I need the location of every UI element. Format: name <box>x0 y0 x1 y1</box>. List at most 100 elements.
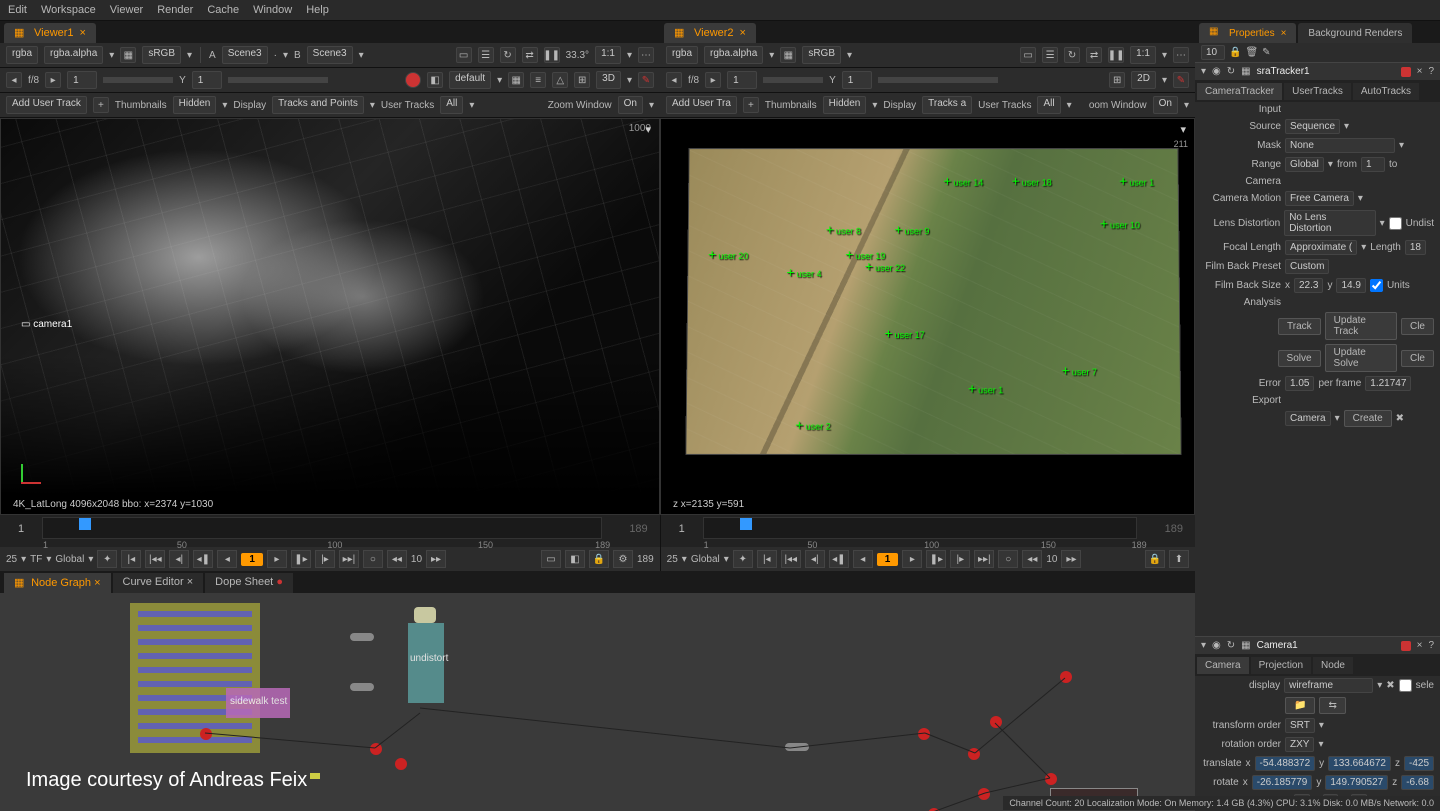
prev-icon[interactable]: ◂ <box>6 72 22 88</box>
menu-workspace[interactable]: Workspace <box>41 4 96 16</box>
pencil-icon[interactable]: ✎ <box>1262 47 1270 58</box>
swap-icon[interactable]: ⇆ <box>1319 697 1345 714</box>
menu-cache[interactable]: Cache <box>207 4 239 16</box>
panel-count[interactable] <box>1201 45 1225 60</box>
roi-icon[interactable]: ☰ <box>478 47 494 63</box>
colorspace-select[interactable]: sRGB <box>802 46 841 64</box>
zoom-ratio[interactable]: 1:1 <box>1130 46 1156 64</box>
close-icon[interactable]: × <box>740 27 746 39</box>
filmback-select[interactable]: Custom <box>1285 259 1329 274</box>
skip-fwd-icon[interactable]: ▸▸ <box>426 550 446 568</box>
fps-select[interactable]: 25 <box>6 554 17 565</box>
lock-icon[interactable]: 🔒 <box>589 550 609 568</box>
pause-icon[interactable]: ❚❚ <box>544 47 560 63</box>
close-icon[interactable]: × <box>1417 640 1423 651</box>
lock-icon[interactable]: 🔒 <box>1229 47 1241 58</box>
refresh-icon[interactable]: ↻ <box>1064 47 1080 63</box>
node-color[interactable] <box>1401 641 1411 651</box>
close-icon[interactable]: ✖ <box>1396 413 1404 424</box>
gain-input[interactable] <box>727 71 757 89</box>
step-back-icon[interactable]: ◂❚ <box>193 550 213 568</box>
red-dot-icon[interactable] <box>405 72 421 88</box>
keyframe-icon[interactable]: ✦ <box>97 550 117 568</box>
dope-sheet-tab[interactable]: Dope Sheet ● <box>205 573 293 593</box>
node-tab[interactable]: Node <box>1313 657 1353 674</box>
mask-select[interactable]: None <box>1285 138 1395 153</box>
pause-icon[interactable]: ❚❚ <box>1108 47 1124 63</box>
more-icon[interactable]: ⋯ <box>638 47 654 63</box>
play-back-icon[interactable]: ◂ <box>217 550 237 568</box>
roi-icon[interactable]: ☰ <box>1042 47 1058 63</box>
track-button[interactable]: Track <box>1278 318 1321 335</box>
channel-select[interactable]: rgba <box>6 46 38 64</box>
tx-input[interactable]: -54.488372 <box>1255 756 1316 771</box>
close-icon[interactable]: × <box>80 27 86 39</box>
range-select[interactable]: Global <box>1285 157 1324 172</box>
menu-render[interactable]: Render <box>157 4 193 16</box>
tz-input[interactable]: -425 <box>1404 756 1434 771</box>
axis-gizmo[interactable] <box>21 460 45 484</box>
current-frame[interactable]: 1 <box>241 553 263 566</box>
focal-select[interactable]: Approximate ( <box>1285 240 1357 255</box>
gain-input[interactable] <box>67 71 97 89</box>
file-icon[interactable]: 📁 <box>1285 697 1315 714</box>
lut-icon[interactable]: ▦ <box>780 47 796 63</box>
timeline-1[interactable]: 1 1 50 100 150 189 189 <box>0 515 660 547</box>
trash-icon[interactable]: 🗑 <box>1245 47 1258 58</box>
play-icon[interactable]: ▸ <box>267 550 287 568</box>
first-frame-icon[interactable]: |◂◂ <box>145 550 165 568</box>
menu-window[interactable]: Window <box>253 4 292 16</box>
lens-select[interactable]: No Lens Distortion <box>1284 210 1375 236</box>
guides-icon[interactable]: △ <box>552 72 568 88</box>
refresh-icon[interactable]: ↻ <box>500 47 516 63</box>
prev-icon[interactable]: ◂ <box>666 72 682 88</box>
clip-icon[interactable]: ▭ <box>456 47 472 63</box>
close-icon[interactable]: ✖ <box>1386 680 1394 691</box>
camera-tab[interactable]: Camera <box>1197 657 1249 674</box>
lut-icon[interactable]: ▦ <box>120 47 136 63</box>
thumb-select[interactable]: Hidden <box>173 96 217 114</box>
create-button[interactable]: Create <box>1344 410 1392 427</box>
pencil-icon[interactable]: ✎ <box>1173 72 1189 88</box>
grid-icon[interactable]: ⊞ <box>574 72 590 88</box>
export-select[interactable]: Camera <box>1285 411 1331 426</box>
update-track-button[interactable]: Update Track <box>1325 312 1397 340</box>
ry-input[interactable]: 149.790527 <box>1325 775 1388 790</box>
step-fwd-icon[interactable]: ❚▸ <box>291 550 311 568</box>
prev-key-icon[interactable]: ◂| <box>169 550 189 568</box>
viewer1-tab[interactable]: ▦Viewer1× <box>4 23 96 43</box>
ty-input[interactable]: 133.664672 <box>1328 756 1391 771</box>
display-select[interactable]: wireframe <box>1284 678 1373 693</box>
node-graph-tab[interactable]: ▦ Node Graph × <box>4 573 111 593</box>
viewer2-tab[interactable]: ▦Viewer2× <box>664 23 756 43</box>
plus-icon[interactable]: + <box>93 97 109 113</box>
properties-tab[interactable]: ▦ Properties × <box>1199 23 1296 43</box>
plus-icon[interactable]: + <box>743 97 759 113</box>
more-icon[interactable]: ⋯ <box>1173 47 1189 63</box>
cameratracker-tab[interactable]: CameraTracker <box>1197 83 1282 100</box>
colorspace-select[interactable]: sRGB <box>142 46 181 64</box>
update-solve-button[interactable]: Update Solve <box>1325 344 1397 372</box>
view-mode[interactable]: 2D <box>1131 71 1156 89</box>
add-user-track-button[interactable]: Add User Tra <box>666 96 737 114</box>
usertracks-select[interactable]: All <box>440 96 463 114</box>
last-frame-icon[interactable]: ▸▸| <box>339 550 359 568</box>
add-user-track-button[interactable]: Add User Track <box>6 96 87 114</box>
in-point-icon[interactable]: |◂ <box>121 550 141 568</box>
curve-editor-tab[interactable]: Curve Editor × <box>113 573 204 593</box>
next-icon[interactable]: ▸ <box>45 72 61 88</box>
camera-gizmo[interactable]: ▭ camera1 <box>21 319 72 330</box>
rorder-select[interactable]: ZXY <box>1285 737 1314 752</box>
autotracks-tab[interactable]: AutoTracks <box>1353 83 1419 100</box>
input-b-scene[interactable]: Scene3 <box>307 46 353 64</box>
torder-select[interactable]: SRT <box>1285 718 1315 733</box>
gamma-input[interactable] <box>192 71 222 89</box>
node-color[interactable] <box>1401 67 1411 77</box>
camera-header[interactable]: ▾◉↻▦ Camera1 ×? <box>1195 636 1440 655</box>
zoom-ratio[interactable]: 1:1 <box>595 46 621 64</box>
viewer1-viewport[interactable]: 1000 ▭ camera1 4K_LatLong 4096x2048 bbo:… <box>0 118 660 515</box>
loop-icon[interactable]: ○ <box>363 550 383 568</box>
display-select[interactable]: Tracks and Points <box>272 96 364 114</box>
menu-edit[interactable]: Edit <box>8 4 27 16</box>
pencil-icon[interactable]: ✎ <box>638 72 654 88</box>
